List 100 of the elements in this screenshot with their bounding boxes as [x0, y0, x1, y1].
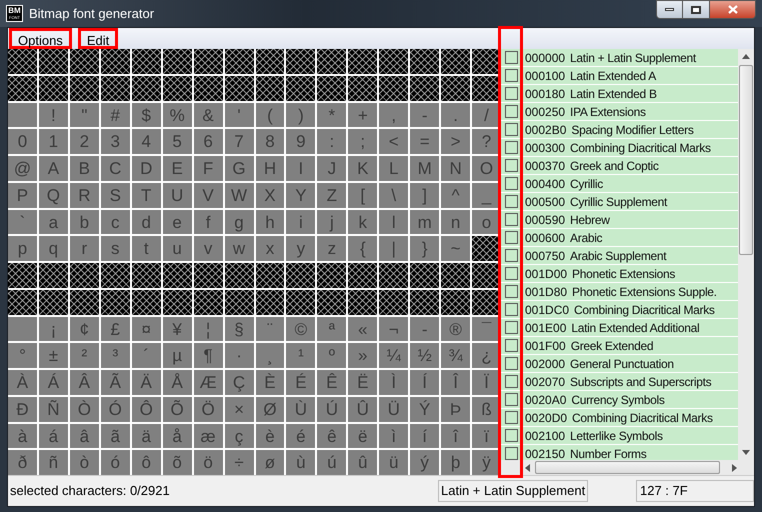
glyph-cell[interactable]: I: [286, 156, 316, 181]
glyph-cell[interactable]: N: [441, 156, 470, 181]
glyph-cell[interactable]: =: [410, 129, 440, 154]
glyph-cell[interactable]: Ò: [70, 396, 99, 422]
glyph-cell[interactable]: c: [100, 210, 130, 234]
glyph-cell[interactable]: ®: [441, 316, 470, 342]
glyph-cell[interactable]: w: [224, 236, 254, 262]
glyph-cell[interactable]: b: [70, 210, 99, 234]
glyph-cell[interactable]: f: [194, 210, 223, 234]
glyph-cell[interactable]: d: [132, 210, 161, 234]
unicode-block-row[interactable]: 000300 Combining Diacritical Marks: [501, 139, 738, 156]
unicode-block-row[interactable]: 000000 Latin + Latin Supplement: [501, 49, 738, 66]
glyph-cell[interactable]: W: [224, 182, 254, 208]
glyph-cell[interactable]: ¹: [286, 343, 316, 368]
glyph-cell[interactable]: Ê: [317, 370, 346, 395]
glyph-cell[interactable]: Ï: [472, 370, 501, 395]
glyph-cell[interactable]: ÿ: [472, 450, 501, 476]
glyph-cell[interactable]: %: [162, 102, 192, 128]
unicode-block-row[interactable]: 000600 Arabic: [501, 229, 738, 246]
checkbox[interactable]: [505, 231, 518, 244]
glyph-cell[interactable]: ¥: [162, 316, 192, 342]
unicode-block-row[interactable]: 002150 Number Forms: [501, 445, 738, 460]
glyph-cell[interactable]: ö: [194, 450, 223, 476]
checkbox[interactable]: [505, 393, 518, 406]
glyph-cell[interactable]: ´: [132, 343, 161, 368]
unicode-block-row[interactable]: 000100 Latin Extended A: [501, 67, 738, 84]
glyph-cell[interactable]: ø: [256, 450, 284, 476]
checkbox[interactable]: [505, 375, 518, 388]
glyph-cell[interactable]: ?: [472, 129, 501, 154]
unicode-block-row[interactable]: 0020A0 Currency Symbols: [501, 391, 738, 408]
unicode-block-row[interactable]: 000400 Cyrillic: [501, 175, 738, 192]
glyph-cell[interactable]: ã: [100, 424, 130, 448]
glyph-cell[interactable]: ¡: [38, 316, 68, 342]
maximize-button[interactable]: [683, 0, 710, 19]
unicode-block-row[interactable]: 000500 Cyrillic Supplement: [501, 193, 738, 210]
glyph-cell[interactable]: Ú: [317, 396, 346, 422]
scroll-up-icon[interactable]: [742, 54, 750, 60]
glyph-cell[interactable]: \: [379, 182, 408, 208]
glyph-cell[interactable]: V: [194, 182, 223, 208]
glyph-cell[interactable]: O: [472, 156, 501, 181]
glyph-cell[interactable]: M: [410, 156, 440, 181]
glyph-cell[interactable]: .: [441, 102, 470, 128]
glyph-cell[interactable]: q: [38, 236, 68, 262]
glyph-cell[interactable]: ³: [100, 343, 130, 368]
scroll-left-icon[interactable]: [525, 464, 530, 472]
scroll-thumb[interactable]: [739, 65, 753, 256]
glyph-cell[interactable]: m: [410, 210, 440, 234]
glyph-cell[interactable]: J: [317, 156, 346, 181]
glyph-cell[interactable]: Â: [70, 370, 99, 395]
checkbox[interactable]: [505, 105, 518, 118]
glyph-cell[interactable]: ¦: [194, 316, 223, 342]
glyph-cell[interactable]: D: [132, 156, 161, 181]
glyph-cell[interactable]: «: [348, 316, 378, 342]
close-button[interactable]: [710, 0, 756, 19]
checkbox[interactable]: [505, 303, 518, 316]
checkbox[interactable]: [505, 321, 518, 334]
glyph-cell[interactable]: å: [162, 424, 192, 448]
glyph-cell[interactable]: B: [70, 156, 99, 181]
glyph-cell[interactable]: ª: [317, 316, 346, 342]
glyph-cell[interactable]: >: [441, 129, 470, 154]
glyph-cell[interactable]: ü: [379, 450, 408, 476]
glyph-cell[interactable]: p: [8, 236, 37, 262]
glyph-cell[interactable]: ]: [410, 182, 440, 208]
glyph-cell[interactable]: ÷: [224, 450, 254, 476]
glyph-cell[interactable]: Ù: [286, 396, 316, 422]
glyph-cell[interactable]: [8, 102, 37, 128]
glyph-cell[interactable]: P: [8, 182, 37, 208]
glyph-cell[interactable]: -: [410, 316, 440, 342]
checkbox[interactable]: [505, 177, 518, 190]
glyph-cell[interactable]: Þ: [441, 396, 470, 422]
glyph-cell[interactable]: A: [38, 156, 68, 181]
checkbox[interactable]: [505, 87, 518, 100]
glyph-cell[interactable]: (: [256, 102, 284, 128]
glyph-cell[interactable]: 1: [38, 129, 68, 154]
glyph-cell[interactable]: ú: [317, 450, 346, 476]
glyph-cell[interactable]: ¿: [472, 343, 501, 368]
glyph-cell[interactable]: v: [194, 236, 223, 262]
glyph-cell[interactable]: x: [256, 236, 284, 262]
unicode-block-row[interactable]: 000370 Greek and Coptic: [501, 157, 738, 174]
glyph-cell[interactable]: ): [286, 102, 316, 128]
glyph-cell[interactable]: y: [286, 236, 316, 262]
checkbox[interactable]: [505, 141, 518, 154]
glyph-cell[interactable]: g: [224, 210, 254, 234]
glyph-cell[interactable]: Õ: [162, 396, 192, 422]
glyph-cell[interactable]: Ø: [256, 396, 284, 422]
glyph-cell[interactable]: Ô: [132, 396, 161, 422]
glyph-cell[interactable]: ï: [472, 424, 501, 448]
glyph-cell[interactable]: ~: [441, 236, 470, 262]
glyph-cell[interactable]: ò: [70, 450, 99, 476]
glyph-cell[interactable]: Ã: [100, 370, 130, 395]
glyph-cell[interactable]: [: [348, 182, 378, 208]
glyph-cell[interactable]: <: [379, 129, 408, 154]
glyph-cell[interactable]: i: [286, 210, 316, 234]
glyph-cell[interactable]: Q: [38, 182, 68, 208]
checkbox[interactable]: [505, 249, 518, 262]
glyph-cell[interactable]: 5: [162, 129, 192, 154]
unicode-block-row[interactable]: 000750 Arabic Supplement: [501, 247, 738, 264]
glyph-cell[interactable]: -: [410, 102, 440, 128]
unicode-block-row[interactable]: 000180 Latin Extended B: [501, 85, 738, 102]
glyph-cell[interactable]: s: [100, 236, 130, 262]
